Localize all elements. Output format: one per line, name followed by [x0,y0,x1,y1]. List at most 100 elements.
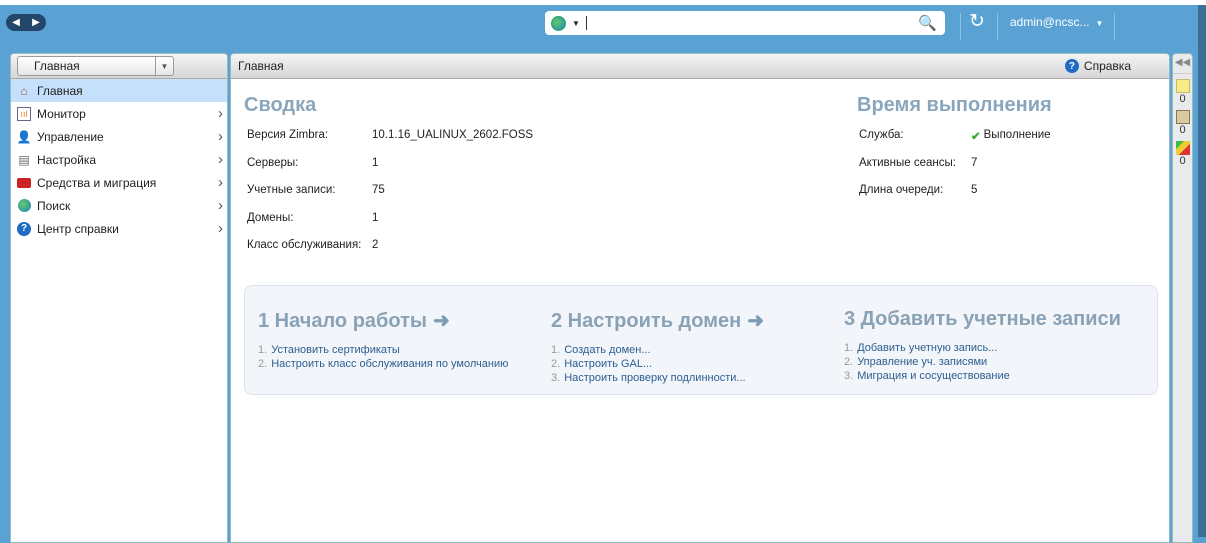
history-nav: ◀ ▶ [6,14,46,31]
step-link[interactable]: 3. Настроить проверку подлинности... [551,371,764,385]
step-link-label: Управление уч. записями [857,356,988,368]
sidebar-item-label: Управление [37,129,104,144]
summary-key: Учетные записи: [247,184,336,196]
step-link[interactable]: 2. Настроить GAL... [551,357,764,371]
step-link-label: Настроить класс обслуживания по умолчани… [271,358,509,370]
breadcrumb-label: Главная [34,59,80,73]
chevron-down-icon: ▼ [1095,19,1104,28]
sidebar-item-label: Главная [37,83,83,98]
right-strip: ◀◀ 0 0 0 [1172,53,1193,543]
step-link[interactable]: 1. Установить сертификаты [258,343,508,357]
collapse-icon[interactable]: ◀◀ [1173,54,1192,74]
step-link[interactable]: 1. Добавить учетную запись... [844,341,1121,355]
search-icon [17,199,31,213]
queue-counter[interactable]: 0 [1173,141,1192,167]
summary-value: 1 [372,211,379,224]
step-link[interactable]: 2. Настроить класс обслуживания по умолча… [258,357,508,371]
step-1: 1 Начало работы ➜ 1. Установить сертификат… [258,308,508,371]
help-icon: ? [17,221,31,236]
summary-value: 75 [372,184,385,196]
chevron-down-icon[interactable]: ▼ [155,57,173,75]
runtime-value: 7 [971,156,978,169]
step-3: 3 Добавить учетные записи 1. Добавить уче… [844,308,1121,383]
user-name: admin@ncsc... [1010,15,1090,29]
runtime-value: Выполнение [983,129,1051,141]
scope-dropdown-icon[interactable]: ▼ [572,19,580,28]
tasks-counter[interactable]: 0 [1173,110,1192,136]
user-menu[interactable]: admin@ncsc... ▼ [1010,15,1103,29]
step-link[interactable]: 3. Миграция и сосуществование [844,369,1121,383]
summary-key: Версия Zimbra: [247,129,329,141]
chevron-right-icon: › [218,105,223,122]
breadcrumb[interactable]: Главная ▼ [17,56,174,76]
queue-count: 0 [1179,155,1186,167]
step-link-label: Создать домен... [564,344,651,356]
back-button[interactable]: ◀ [12,17,20,28]
arrow-right-icon: ➜ [747,310,764,332]
summary-value: 1 [372,156,379,169]
sidebar-item-label: Поиск [37,198,71,213]
search-scope-icon[interactable] [551,15,566,31]
step-link-label: Миграция и сосуществование [857,370,1010,382]
sidebar-item-label: Монитор [37,106,86,121]
manage-icon: 👤 [16,129,32,144]
summary-key: Домены: [247,211,294,224]
chevron-right-icon: › [218,174,223,191]
runtime-table: Служба: ✔ Выполнение Активные сеансы: 7 Дли… [859,129,1051,212]
step-title: 1 Начало работы [258,310,427,332]
chevron-right-icon: › [218,151,223,168]
note-icon [1175,79,1190,93]
help-icon: ? [1064,59,1079,73]
step-link-label: Установить сертификаты [271,344,400,356]
configure-icon: ▤ [18,152,30,167]
sidebar-item-tools[interactable]: Средства и миграция › [11,171,227,194]
chevron-right-icon: › [218,128,223,145]
runtime-title: Время выполнения [857,94,1052,116]
toolbox-icon [17,176,31,190]
notes-count: 0 [1179,93,1186,105]
step-link-label: Добавить учетную запись... [857,342,998,354]
sidebar-item-search[interactable]: Поиск › [11,194,227,217]
search-input[interactable] [585,16,587,30]
summary-key: Класс обслуживания: [247,239,362,251]
summary-title: Сводка [244,94,317,116]
sidebar-item-manage[interactable]: 👤 Управление › [11,125,227,148]
divider [997,13,998,40]
step-title: 2 Настроить домен [551,310,742,332]
sidebar-item-configure[interactable]: ▤ Настройка › [11,148,227,171]
search-button-icon[interactable]: 🔍 [918,14,937,32]
sidebar-item-label: Настройка [37,152,97,167]
step-link[interactable]: 1. Создать домен... [551,343,764,357]
runtime-key: Служба: [859,129,904,141]
step-link[interactable]: 2. Управление уч. записями [844,355,1121,369]
help-link[interactable]: ? Справка [1064,59,1131,73]
main-panel: Главная ? Справка Сводка Версия Zimbra: 10… [230,53,1170,543]
top-strip [0,0,1206,5]
sidebar-item-help[interactable]: ? Центр справки › [11,217,227,240]
step-link-label: Настроить проверку подлинности... [564,372,746,384]
help-label: Справка [1083,59,1131,73]
notes-counter[interactable]: 0 [1173,79,1192,105]
search-bar: ▼ 🔍 [545,11,945,35]
chevron-right-icon: › [218,197,223,214]
chevron-right-icon: › [218,220,223,237]
sidebar-item-label: Средства и миграция [37,175,157,190]
sidebar-item-home[interactable]: ⌂ Главная [11,79,227,102]
summary-value: 2 [372,239,379,251]
step-2: 2 Настроить домен ➜ 1. Создать домен... 2.… [551,308,764,385]
queue-icon [1175,141,1190,155]
sidebar: Главная ▼ ⌂ Главная ııl Монитор › 👤 Управлени… [10,53,228,543]
forward-button[interactable]: ▶ [32,17,40,28]
task-icon [1175,110,1190,124]
divider [960,13,961,40]
status-check-icon: ✔ [971,131,981,143]
runtime-key: Активные сеансы: [859,156,956,169]
right-edge [1198,5,1206,537]
summary-table: Версия Zimbra: 10.1.16_UALINUX_2602.FOSS … [247,129,533,267]
arrow-right-icon: ➜ [432,310,450,332]
step-link-label: Настроить GAL... [564,358,653,370]
refresh-icon[interactable]: ↻ [969,10,985,33]
sidebar-item-monitor[interactable]: ııl Монитор › [11,102,227,125]
tasks-count: 0 [1179,124,1186,136]
runtime-value: 5 [971,184,978,196]
